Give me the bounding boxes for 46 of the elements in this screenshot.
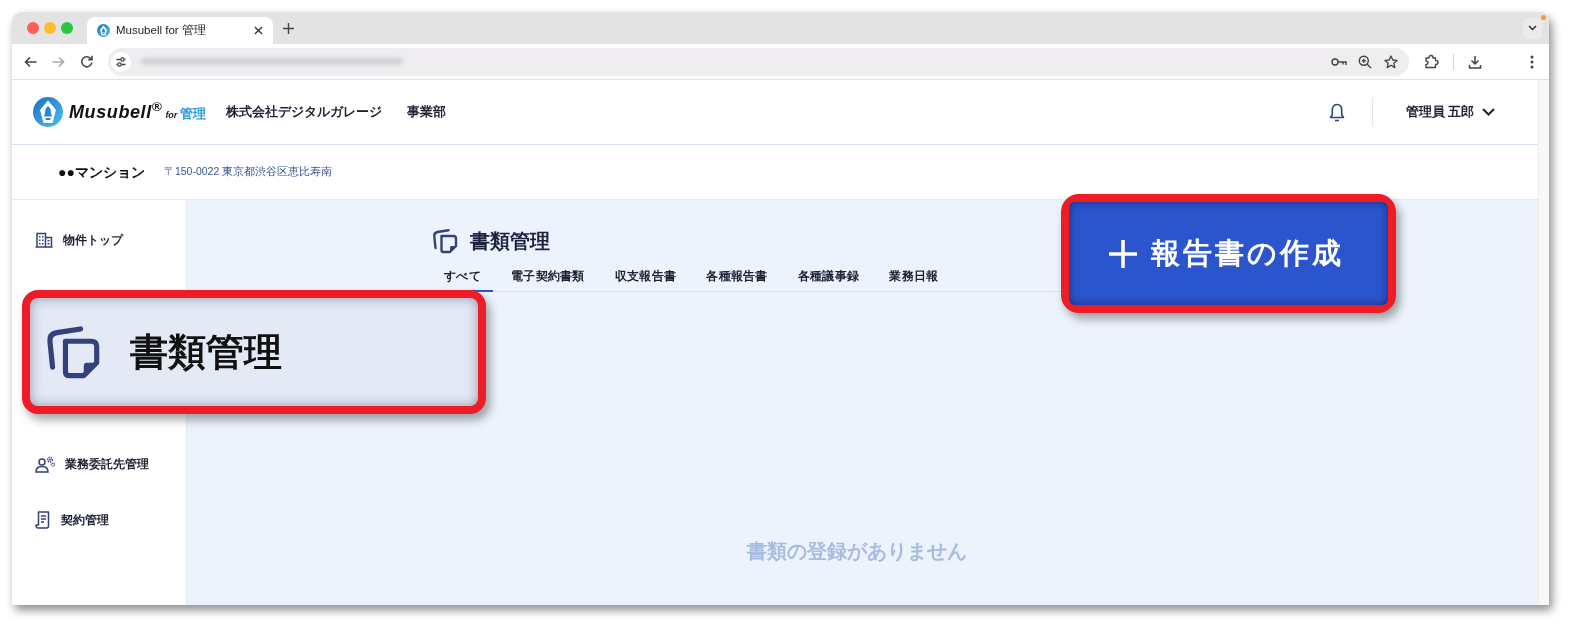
chevron-down-icon [1482, 108, 1495, 116]
document-tab[interactable]: 電子契約書類 [498, 261, 597, 292]
stacked-pages-icon [45, 324, 101, 380]
building-icon [35, 232, 53, 248]
menu-dots-icon[interactable] [1530, 54, 1534, 69]
nib-logo-icon [97, 24, 110, 37]
nib-logo-icon [33, 97, 63, 127]
property-name: ●●マンション [58, 162, 145, 182]
reload-icon[interactable] [79, 55, 93, 68]
magnified-menu-label: 書類管理 [130, 329, 282, 375]
department-name: 事業部 [407, 103, 447, 121]
scrollbar-track[interactable] [1538, 80, 1549, 605]
logo-wordmark: Musubell$^{®}$ for 管理 [69, 98, 207, 124]
key-icon[interactable] [1331, 56, 1347, 67]
download-icon[interactable] [1468, 54, 1482, 69]
user-menu-button[interactable]: 管理員 五郎 [1405, 102, 1495, 122]
notification-dot-icon [1541, 14, 1546, 20]
sidebar-item-label: 業務委託先管理 [65, 456, 149, 473]
close-icon[interactable] [254, 26, 263, 35]
plus-icon [1108, 238, 1138, 269]
tune-icon[interactable] [111, 51, 131, 72]
puzzle-piece-icon[interactable] [1423, 54, 1439, 69]
chevron-down-icon [1528, 25, 1537, 31]
document-tab[interactable]: 業務日報 [877, 261, 951, 292]
property-address: 〒150-0022 東京都渋谷区恵比寿南 [163, 164, 333, 180]
tab-list-button[interactable] [1523, 17, 1542, 39]
document-icon [35, 511, 51, 529]
back-arrow-icon[interactable] [23, 55, 37, 68]
document-tab[interactable]: 各種報告書 [694, 261, 780, 292]
document-tab[interactable]: 各種議事録 [785, 261, 872, 292]
magnified-menu-item[interactable]: 書類管理 [30, 298, 478, 406]
stacked-pages-icon [432, 228, 458, 254]
browser-tab[interactable]: Musubell for 管理 [87, 17, 273, 44]
zoom-icon[interactable] [1358, 54, 1372, 69]
document-tab[interactable]: 収支報告書 [602, 261, 689, 292]
bell-icon[interactable] [1328, 102, 1345, 122]
person-gears-icon [35, 455, 55, 473]
empty-message: 書類の登録がありません [746, 540, 967, 562]
new-tab-icon[interactable] [283, 22, 294, 34]
star-icon[interactable] [1384, 54, 1398, 69]
page-title: 書類管理 [470, 229, 550, 254]
create-report-button[interactable]: 報告書の作成 [1069, 202, 1388, 305]
sidebar-item-label: 物件トップ [63, 232, 123, 249]
tab-title: Musubell for 管理 [116, 22, 207, 38]
company-name: 株式会社デジタルガレージ [226, 103, 383, 121]
sidebar-item-label: 契約管理 [61, 512, 109, 529]
